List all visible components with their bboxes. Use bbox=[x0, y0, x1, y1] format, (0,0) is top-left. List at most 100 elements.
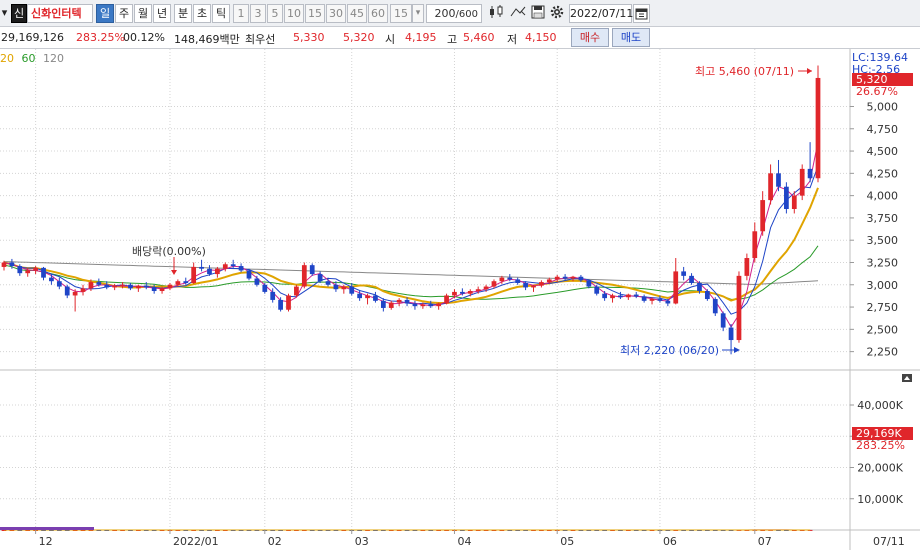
quote-bar: 29,169,126 283.25% 00.12% 148,469백만 최우선 … bbox=[0, 27, 920, 49]
candle-body bbox=[262, 284, 268, 292]
candle-body bbox=[49, 277, 54, 282]
candle-body bbox=[657, 299, 663, 301]
candle-body bbox=[452, 291, 457, 296]
candle-body bbox=[578, 276, 584, 281]
toolbar: ▾ 신 신화인터텍 일 주 월 년 분 초 틱 1 3 5 10 15 30 4… bbox=[0, 0, 920, 27]
low-price: 4,150 bbox=[525, 31, 557, 44]
candle-body bbox=[697, 282, 702, 292]
candle-body bbox=[499, 277, 505, 282]
candle-body bbox=[649, 299, 655, 301]
candle-body bbox=[562, 276, 568, 279]
interval-45-button[interactable]: 45 bbox=[347, 4, 367, 23]
candle-body bbox=[128, 284, 133, 289]
amount-value: 148,469백만 bbox=[174, 33, 240, 46]
moving-average-lines bbox=[3, 141, 819, 328]
candlestick-series bbox=[1, 65, 821, 355]
volume-rate: 283.25% bbox=[76, 31, 125, 44]
count-value: 200 bbox=[434, 7, 456, 20]
volume-axis: 40,000K30,000K20,000K10,000K bbox=[850, 399, 904, 506]
buy-button[interactable]: 매수 bbox=[571, 28, 609, 47]
interval-1-button[interactable]: 1 bbox=[233, 4, 249, 23]
date-field[interactable]: 2022/07/11 bbox=[569, 4, 633, 23]
candle-body bbox=[80, 288, 86, 292]
interval-10-button[interactable]: 10 bbox=[284, 4, 304, 23]
time-tick-label: 2022/01 bbox=[173, 535, 219, 548]
price-tick-label: 2,750 bbox=[867, 301, 899, 314]
candle-body bbox=[665, 300, 671, 304]
calendar-icon[interactable] bbox=[633, 4, 650, 23]
price-axis: 5,000 4,750 4,500 4,250 4,000 3,750 3,500 3,250… bbox=[850, 100, 899, 359]
candle-body bbox=[215, 268, 220, 275]
interval-15-button[interactable]: 15 bbox=[305, 4, 325, 23]
candle-body bbox=[404, 299, 410, 304]
time-tick-label: 07 bbox=[758, 535, 772, 548]
gear-icon[interactable] bbox=[548, 4, 566, 23]
interval-30-button[interactable]: 30 bbox=[326, 4, 346, 23]
time-tick-label: 12 bbox=[39, 535, 53, 548]
high-label: 고 bbox=[447, 33, 458, 46]
open-price: 4,195 bbox=[405, 31, 437, 44]
menu-arrow[interactable]: ▾ bbox=[0, 4, 9, 23]
volume-average-lines bbox=[0, 527, 811, 531]
candle-body bbox=[230, 264, 236, 267]
volume-pct-label: 283.25% bbox=[856, 439, 905, 452]
candle-body bbox=[238, 266, 244, 271]
volume-value: 29,169,126 bbox=[1, 31, 64, 44]
candle-body bbox=[191, 266, 197, 283]
candle-body bbox=[167, 284, 173, 289]
interval-60-button[interactable]: 60 bbox=[368, 4, 388, 23]
candle-body bbox=[199, 266, 204, 269]
candle-body bbox=[120, 284, 125, 286]
interval-select[interactable]: 15 bbox=[390, 4, 412, 23]
candle-body bbox=[483, 286, 489, 290]
crosshair-icon[interactable] bbox=[508, 4, 528, 23]
period-month-button[interactable]: 월 bbox=[134, 4, 152, 23]
period-second-button[interactable]: 초 bbox=[193, 4, 211, 23]
candle-body bbox=[25, 270, 31, 274]
price-tick-label: 4,500 bbox=[867, 145, 899, 158]
save-icon[interactable] bbox=[529, 4, 547, 23]
best-label: 최우선 bbox=[245, 33, 276, 46]
candle-body bbox=[807, 168, 813, 179]
price-tick-label: 5,000 bbox=[867, 100, 899, 113]
candle-body bbox=[704, 291, 710, 300]
candle-body bbox=[641, 296, 647, 301]
price-tick-label: 4,750 bbox=[867, 123, 899, 136]
candle-body bbox=[523, 282, 528, 288]
candle-body bbox=[768, 173, 773, 201]
candle-body bbox=[760, 200, 766, 232]
candle-body bbox=[815, 77, 821, 179]
count-field[interactable]: 200/600 bbox=[426, 4, 482, 23]
time-tick-label: 07/11 bbox=[873, 535, 905, 548]
chevron-down-icon[interactable]: ▾ bbox=[412, 4, 424, 23]
period-minute-button[interactable]: 분 bbox=[174, 4, 192, 23]
candle-body bbox=[341, 286, 347, 290]
candle-body bbox=[673, 271, 679, 304]
candle-body bbox=[183, 281, 189, 283]
period-week-button[interactable]: 주 bbox=[115, 4, 133, 23]
candle-body bbox=[459, 291, 465, 294]
low-label: 저 bbox=[507, 33, 518, 46]
stock-chart[interactable]: 5,000 4,750 4,500 4,250 4,000 3,750 3,500 3,250… bbox=[0, 49, 920, 550]
bid-price: 5,320 bbox=[343, 31, 375, 44]
candle-body bbox=[388, 302, 394, 308]
period-year-button[interactable]: 년 bbox=[153, 4, 171, 23]
stock-name-field[interactable]: 신화인터텍 bbox=[27, 4, 93, 23]
time-axis: 12 2022/01 02 03 04 05 06 07 07/11 bbox=[35, 530, 905, 548]
candles-icon[interactable] bbox=[487, 4, 507, 23]
candle-body bbox=[301, 265, 307, 287]
interval-3-button[interactable]: 3 bbox=[250, 4, 266, 23]
candle-body bbox=[507, 277, 513, 280]
candle-body bbox=[96, 282, 102, 285]
candle-body bbox=[586, 280, 592, 287]
candle-body bbox=[270, 291, 276, 300]
candle-body bbox=[412, 303, 418, 307]
period-tick-button[interactable]: 틱 bbox=[212, 4, 230, 23]
candle-body bbox=[380, 300, 386, 308]
period-day-button[interactable]: 일 bbox=[96, 4, 114, 23]
high-price: 5,460 bbox=[463, 31, 495, 44]
interval-5-button[interactable]: 5 bbox=[267, 4, 283, 23]
open-label: 시 bbox=[385, 33, 396, 46]
candle-body bbox=[207, 268, 212, 275]
sell-button[interactable]: 매도 bbox=[612, 28, 650, 47]
